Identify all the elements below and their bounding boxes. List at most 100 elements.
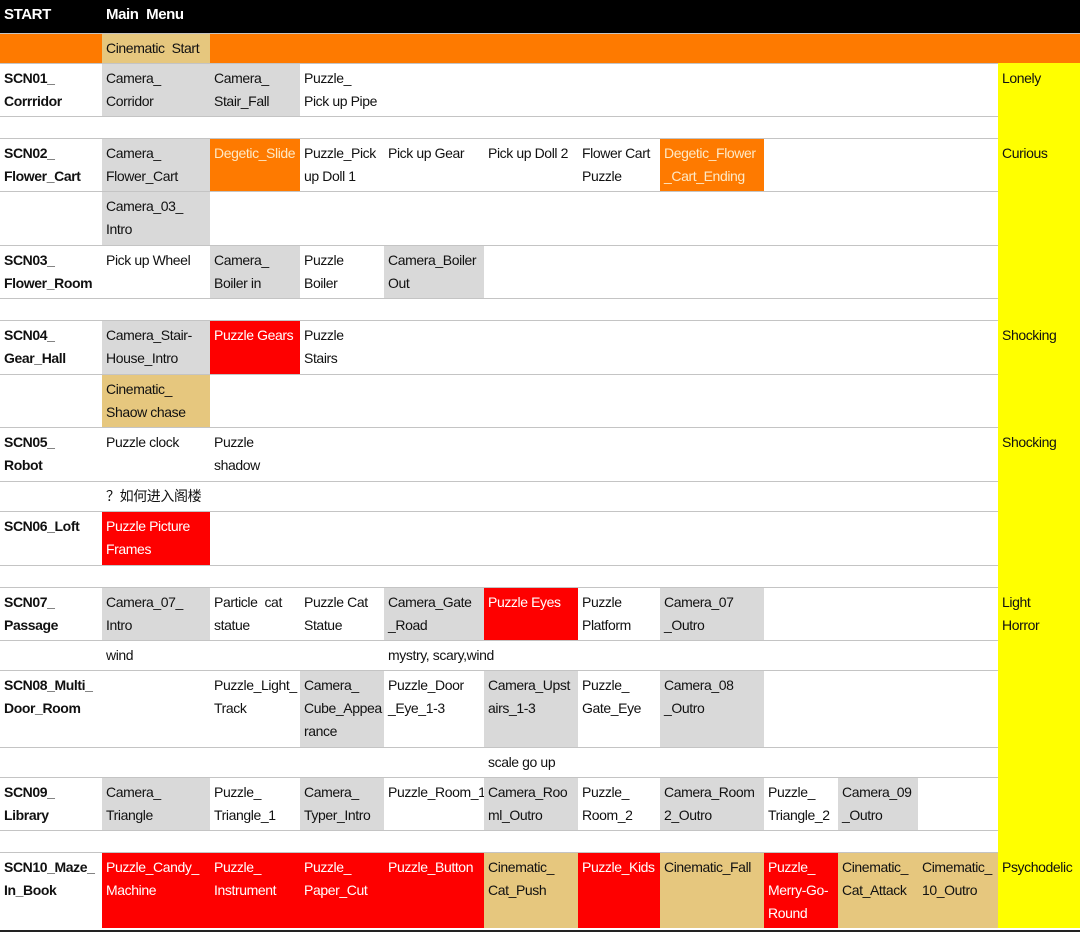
mood-cell[interactable] [998,830,1080,852]
sheet-cell[interactable]: Camera_Gate _Road [384,587,484,640]
sheet-cell[interactable] [838,565,918,587]
sheet-cell[interactable]: Camera_Roo ml_Outro [484,777,578,830]
sheet-cell[interactable] [210,298,300,320]
sheet-cell[interactable] [300,640,384,670]
sheet-cell[interactable] [578,116,660,138]
sheet-cell[interactable] [918,138,998,191]
scene-label-cell[interactable] [0,747,102,777]
sheet-cell[interactable] [838,116,918,138]
sheet-cell[interactable] [918,830,998,852]
sheet-cell[interactable] [210,640,300,670]
sheet-cell[interactable] [918,191,998,245]
sheet-cell[interactable] [660,245,764,298]
scene-label-cell[interactable] [0,116,102,138]
sheet-cell[interactable] [838,374,918,427]
sheet-cell[interactable] [660,511,764,565]
sheet-cell[interactable] [764,747,838,777]
sheet-cell[interactable] [918,747,998,777]
mood-cell[interactable] [998,777,1080,830]
sheet-cell[interactable]: Camera_03_ Intro [102,191,210,245]
sheet-cell[interactable] [102,830,210,852]
sheet-cell[interactable] [838,320,918,374]
sheet-cell[interactable] [578,374,660,427]
mood-cell[interactable]: Light Horror [998,587,1080,640]
sheet-cell[interactable] [764,830,838,852]
sheet-cell[interactable] [838,191,918,245]
sheet-cell[interactable] [384,427,484,481]
sheet-cell[interactable] [578,191,660,245]
sheet-cell[interactable] [210,374,300,427]
sheet-cell[interactable] [578,33,660,63]
sheet-cell[interactable] [764,640,838,670]
sheet-cell[interactable] [918,565,998,587]
sheet-cell[interactable] [764,138,838,191]
mood-cell[interactable] [998,298,1080,320]
sheet-cell[interactable] [764,374,838,427]
sheet-cell[interactable] [210,747,300,777]
mood-cell[interactable] [998,116,1080,138]
sheet-cell[interactable]: Puzzle clock [102,427,210,481]
sheet-cell[interactable]: Camera_ Boiler in [210,245,300,298]
sheet-cell[interactable] [918,481,998,511]
sheet-cell[interactable] [578,511,660,565]
sheet-cell[interactable]: Camera_ Triangle [102,777,210,830]
sheet-cell[interactable] [578,0,660,33]
sheet-cell[interactable] [918,640,998,670]
scene-label-cell[interactable]: SCN07_ Passage [0,587,102,640]
mood-cell[interactable]: Shocking [998,427,1080,481]
sheet-cell[interactable]: Puzzle shadow [210,427,300,481]
mood-cell[interactable] [998,245,1080,298]
sheet-cell[interactable] [484,830,578,852]
sheet-cell[interactable] [660,63,764,116]
sheet-cell[interactable] [918,33,998,63]
sheet-cell[interactable] [102,747,210,777]
sheet-cell[interactable] [384,830,484,852]
sheet-cell[interactable]: Puzzle_Room_1 [384,777,486,830]
sheet-cell[interactable] [300,298,384,320]
sheet-cell[interactable] [660,481,764,511]
sheet-cell[interactable] [484,374,578,427]
sheet-cell[interactable] [660,747,764,777]
scene-label-cell[interactable] [0,830,102,852]
sheet-cell[interactable]: Puzzle Eyes [484,587,578,640]
sheet-cell[interactable] [764,481,838,511]
mood-cell[interactable] [998,33,1080,63]
sheet-cell[interactable] [578,63,660,116]
sheet-cell[interactable] [578,245,660,298]
mood-cell[interactable]: Curious [998,138,1080,191]
sheet-cell[interactable]: Puzzle Stairs [300,320,384,374]
sheet-cell[interactable] [660,427,764,481]
sheet-cell[interactable] [764,670,838,747]
sheet-cell[interactable] [764,320,838,374]
sheet-cell[interactable] [838,511,918,565]
sheet-cell[interactable]: Puzzle_ Triangle_1 [210,777,300,830]
sheet-cell[interactable] [838,830,918,852]
sheet-cell[interactable]: Puzzle_Candy_ Machine [102,852,210,928]
sheet-cell[interactable] [210,116,300,138]
sheet-cell[interactable] [210,511,300,565]
scene-label-cell[interactable]: SCN02_ Flower_Cart [0,138,102,191]
sheet-cell[interactable]: wind [102,640,210,670]
sheet-cell[interactable]: Main Menu [102,0,210,33]
sheet-cell[interactable]: Flower Cart Puzzle [578,138,660,191]
scene-label-cell[interactable]: SCN05_ Robot [0,427,102,481]
sheet-cell[interactable] [384,33,484,63]
scene-label-cell[interactable] [0,298,102,320]
sheet-cell[interactable] [578,320,660,374]
sheet-cell[interactable] [484,191,578,245]
sheet-cell[interactable]: Cinematic_ Shaow chase [102,374,210,427]
sheet-cell[interactable] [484,640,578,670]
sheet-cell[interactable] [660,191,764,245]
sheet-cell[interactable] [384,63,484,116]
sheet-cell[interactable]: Puzzle_ Instrument [210,852,300,928]
sheet-cell[interactable] [838,63,918,116]
sheet-cell[interactable]: Camera_ Typer_Intro [300,777,384,830]
mood-cell[interactable] [998,0,1080,33]
sheet-cell[interactable] [300,427,384,481]
sheet-cell[interactable]: Camera_09 _Outro [838,777,918,830]
sheet-cell[interactable] [484,0,578,33]
scene-label-cell[interactable]: SCN10_Maze_ In_Book [0,852,102,928]
sheet-cell[interactable] [300,565,384,587]
sheet-cell[interactable] [838,640,918,670]
sheet-cell[interactable] [484,245,578,298]
